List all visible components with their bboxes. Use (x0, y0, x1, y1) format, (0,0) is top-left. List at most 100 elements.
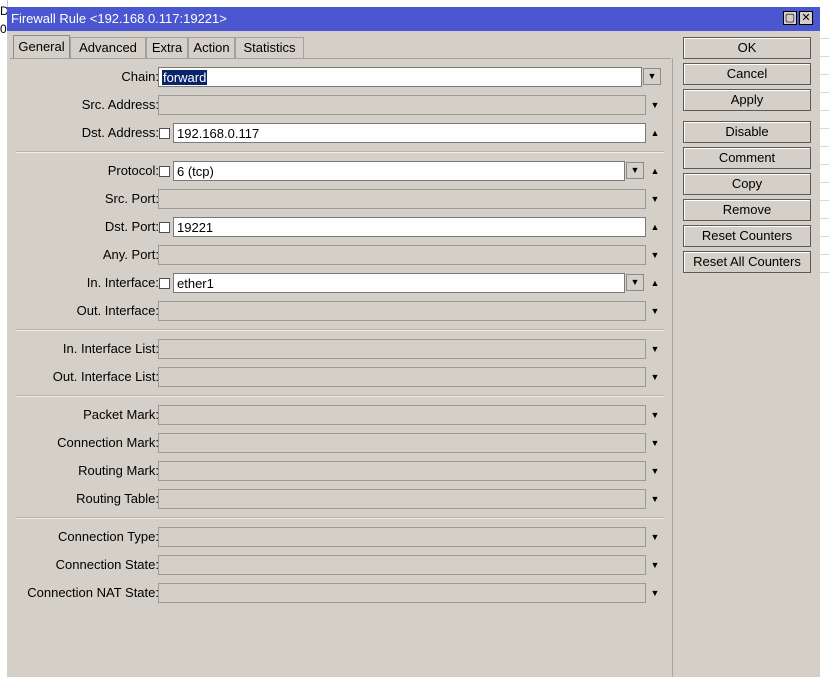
src-address-label-box: Src. Address: (7, 95, 159, 115)
tab-action[interactable]: Action (188, 37, 235, 59)
chain-label: Chain: (121, 69, 159, 84)
protocol-input[interactable]: 6 (tcp) (173, 161, 625, 181)
tab-statistics[interactable]: Statistics (235, 37, 304, 59)
any-port-label-box: Any. Port: (7, 245, 159, 265)
protocol-label: Protocol: (107, 163, 159, 178)
protocol-negate-checkbox[interactable] (159, 166, 170, 177)
background-window-right (820, 0, 829, 677)
firewall-rule-dialog: Firewall Rule <192.168.0.117:19221> ▢ ✕ … (7, 7, 820, 677)
tab-general[interactable]: General (13, 35, 70, 59)
in-interface-input[interactable]: ether1 (173, 273, 625, 293)
out-interface-list-label-box: Out. Interface List: (7, 367, 159, 387)
in-interface-list-expand-icon[interactable]: ▼ (648, 341, 662, 357)
section-separator (16, 151, 664, 153)
connection-nat-state-expand-icon[interactable]: ▼ (648, 585, 662, 601)
packet-mark-label: Packet Mark: (83, 407, 159, 422)
connection-mark-label-box: Connection Mark: (7, 433, 159, 453)
chain-dropdown-icon[interactable]: ▼ (643, 68, 661, 85)
connection-mark-field[interactable] (158, 433, 646, 453)
src-port-label-box: Src. Port: (7, 189, 159, 209)
chain-label-box: Chain: (7, 67, 159, 87)
dst-port-collapse-icon[interactable]: ▲ (648, 219, 662, 235)
background-text-2: 0 (0, 22, 7, 36)
connection-state-expand-icon[interactable]: ▼ (648, 557, 662, 573)
in-interface-label: In. Interface: (86, 275, 159, 290)
tab-advanced[interactable]: Advanced (70, 37, 146, 59)
in-interface-list-field[interactable] (158, 339, 646, 359)
connection-state-field[interactable] (158, 555, 646, 575)
connection-nat-state-label: Connection NAT State: (27, 585, 159, 600)
in-interface-label-box: In. Interface: (7, 273, 159, 293)
dst-port-value: 19221 (177, 220, 214, 235)
connection-state-label-box: Connection State: (7, 555, 159, 575)
any-port-expand-icon[interactable]: ▼ (648, 247, 662, 263)
src-port-expand-icon[interactable]: ▼ (648, 191, 662, 207)
connection-type-label-box: Connection Type: (7, 527, 159, 547)
packet-mark-expand-icon[interactable]: ▼ (648, 407, 662, 423)
protocol-value: 6 (tcp) (177, 164, 214, 179)
in-interface-dropdown-icon[interactable]: ▼ (626, 274, 644, 291)
title-bar[interactable]: Firewall Rule <192.168.0.117:19221> ▢ ✕ (7, 7, 820, 31)
reset-counters-button[interactable]: Reset Counters (683, 225, 811, 247)
in-interface-list-label-box: In. Interface List: (7, 339, 159, 359)
in-interface-value: ether1 (177, 276, 214, 291)
dst-port-label-box: Dst. Port: (7, 217, 159, 237)
in-interface-list-label: In. Interface List: (62, 341, 159, 356)
routing-table-label: Routing Table: (76, 491, 159, 506)
out-interface-expand-icon[interactable]: ▼ (648, 303, 662, 319)
routing-table-field[interactable] (158, 489, 646, 509)
protocol-dropdown-icon[interactable]: ▼ (626, 162, 644, 179)
panel-divider (672, 58, 673, 677)
routing-mark-label-box: Routing Mark: (7, 461, 159, 481)
src-address-label: Src. Address: (81, 97, 159, 112)
dst-address-label: Dst. Address: (81, 125, 159, 140)
packet-mark-field[interactable] (158, 405, 646, 425)
dst-address-collapse-icon[interactable]: ▲ (648, 125, 662, 141)
ok-button[interactable]: OK (683, 37, 811, 59)
cancel-button[interactable]: Cancel (683, 63, 811, 85)
src-address-expand-icon[interactable]: ▼ (648, 97, 662, 113)
restore-icon[interactable]: ▢ (783, 11, 797, 25)
connection-type-field[interactable] (158, 527, 646, 547)
protocol-collapse-icon[interactable]: ▲ (648, 163, 662, 179)
out-interface-list-label: Out. Interface List: (52, 369, 159, 384)
out-interface-list-expand-icon[interactable]: ▼ (648, 369, 662, 385)
dst-port-negate-checkbox[interactable] (159, 222, 170, 233)
any-port-label: Any. Port: (102, 247, 159, 262)
out-interface-field[interactable] (158, 301, 646, 321)
connection-state-label: Connection State: (55, 557, 159, 572)
out-interface-label-box: Out. Interface: (7, 301, 159, 321)
src-port-field[interactable] (158, 189, 646, 209)
tab-extra[interactable]: Extra (146, 37, 188, 59)
close-icon[interactable]: ✕ (799, 11, 813, 25)
comment-button[interactable]: Comment (683, 147, 811, 169)
in-interface-collapse-icon[interactable]: ▲ (648, 275, 662, 291)
out-interface-list-field[interactable] (158, 367, 646, 387)
connection-type-label: Connection Type: (58, 529, 159, 544)
dst-address-negate-checkbox[interactable] (159, 128, 170, 139)
reset-all-counters-button[interactable]: Reset All Counters (683, 251, 811, 273)
routing-table-label-box: Routing Table: (7, 489, 159, 509)
connection-mark-expand-icon[interactable]: ▼ (648, 435, 662, 451)
dst-port-input[interactable]: 19221 (173, 217, 646, 237)
disable-button[interactable]: Disable (683, 121, 811, 143)
connection-mark-label: Connection Mark: (57, 435, 159, 450)
in-interface-negate-checkbox[interactable] (159, 278, 170, 289)
routing-mark-label: Routing Mark: (78, 463, 159, 478)
src-address-field[interactable] (158, 95, 646, 115)
dst-address-value: 192.168.0.117 (177, 126, 260, 141)
dst-address-input[interactable]: 192.168.0.117 (173, 123, 646, 143)
chain-input[interactable]: forward (158, 67, 642, 87)
routing-mark-field[interactable] (158, 461, 646, 481)
connection-type-expand-icon[interactable]: ▼ (648, 529, 662, 545)
copy-button[interactable]: Copy (683, 173, 811, 195)
connection-nat-state-field[interactable] (158, 583, 646, 603)
any-port-field[interactable] (158, 245, 646, 265)
apply-button[interactable]: Apply (683, 89, 811, 111)
section-separator (16, 517, 664, 519)
remove-button[interactable]: Remove (683, 199, 811, 221)
chain-value: forward (162, 70, 208, 85)
src-port-label: Src. Port: (104, 191, 159, 206)
routing-table-expand-icon[interactable]: ▼ (648, 491, 662, 507)
routing-mark-expand-icon[interactable]: ▼ (648, 463, 662, 479)
